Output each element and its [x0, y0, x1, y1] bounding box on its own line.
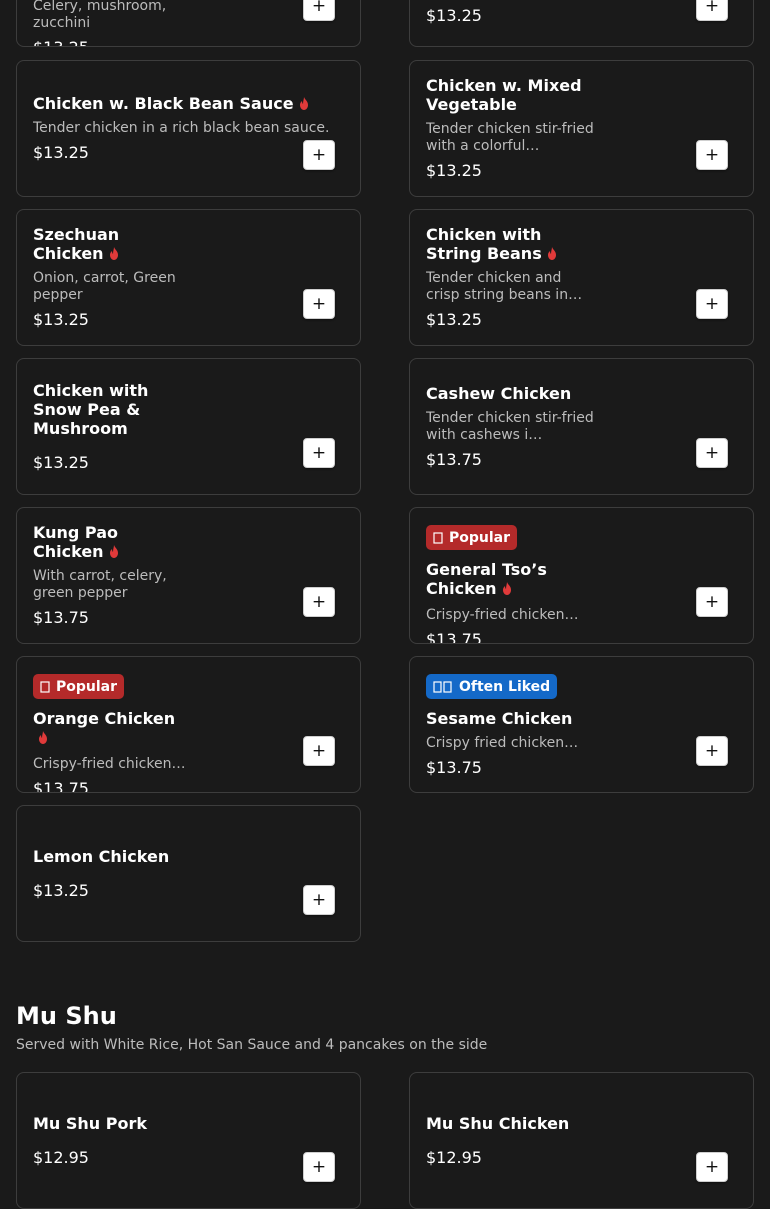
- item-price: $13.25: [33, 880, 89, 900]
- item-name: Chicken w. Black Bean Sauce: [33, 94, 343, 113]
- item-price: $13.75: [33, 608, 89, 627]
- popular-badge: Popular: [426, 525, 518, 550]
- often-liked-badge: Often Liked: [426, 674, 558, 699]
- add-to-cart-button[interactable]: +: [303, 289, 335, 319]
- add-to-cart-button[interactable]: +: [696, 438, 728, 468]
- menu-item-card[interactable]: Szechuan Chicken Onion, carrot, Green pe…: [16, 209, 361, 346]
- trophy-icon: [433, 531, 443, 544]
- thumbs-up-icon: [433, 680, 452, 693]
- menu-item-card[interactable]: Celery, mushroom, zucchini $13.25 +: [16, 0, 361, 47]
- add-to-cart-button[interactable]: +: [303, 736, 335, 766]
- menu-item-card[interactable]: Chicken w. Mixed Vegetable Tender chicke…: [409, 60, 754, 197]
- flame-icon: [299, 97, 308, 110]
- item-price: $13.25: [33, 38, 203, 46]
- flame-icon: [109, 545, 118, 558]
- add-to-cart-button[interactable]: +: [303, 0, 335, 21]
- add-to-cart-button[interactable]: +: [696, 736, 728, 766]
- item-name: Lemon Chicken: [33, 846, 170, 866]
- section-subtitle: Served with White Rice, Hot San Sauce an…: [16, 1037, 488, 1053]
- section-title: Mu Shu: [16, 1002, 117, 1030]
- item-name: Mu Shu Chicken: [426, 1113, 570, 1133]
- menu-item-card[interactable]: $13.25 +: [409, 0, 754, 47]
- item-price: $13.75: [426, 630, 482, 644]
- item-price: $13.75: [426, 758, 482, 777]
- item-description: Onion, carrot, Green pepper: [33, 270, 176, 303]
- item-description: Celery, mushroom, zucchini: [33, 0, 167, 31]
- item-description: Tender chicken stir-fried with a colorfu…: [426, 121, 594, 154]
- flame-icon: [39, 731, 47, 744]
- flame-icon: [109, 247, 118, 260]
- add-to-cart-button[interactable]: +: [696, 140, 728, 170]
- item-price: $13.75: [426, 449, 482, 469]
- add-to-cart-button[interactable]: +: [303, 438, 335, 468]
- item-description: Tender chicken in a rich black bean sauc…: [33, 120, 330, 136]
- item-price: $13.25: [426, 310, 482, 329]
- add-to-cart-button[interactable]: +: [696, 587, 728, 617]
- menu-item-card[interactable]: Cashew Chicken Tender chicken stir-fried…: [409, 358, 754, 495]
- item-price: $13.25: [426, 6, 482, 25]
- add-to-cart-button[interactable]: +: [696, 0, 728, 21]
- add-to-cart-button[interactable]: +: [303, 1152, 335, 1182]
- item-description: Crispy-fried chicken…: [426, 607, 579, 623]
- menu-item-card[interactable]: Popular General Tso’s Chicken Crispy-fri…: [409, 507, 754, 644]
- item-name: Szechuan Chicken: [33, 225, 120, 263]
- item-description: With carrot, celery, green pepper: [33, 568, 167, 601]
- item-name: Sesame Chicken: [426, 709, 573, 728]
- menu-item-card[interactable]: Lemon Chicken $13.25 +: [16, 805, 361, 942]
- menu-item-card[interactable]: Chicken w. Black Bean Sauce Tender chick…: [16, 60, 361, 197]
- menu-item-card[interactable]: Mu Shu Pork $12.95 +: [16, 1072, 361, 1209]
- popular-badge: Popular: [33, 674, 125, 699]
- item-name: Chicken with String Beans: [426, 225, 576, 263]
- item-description: Crispy-fried chicken…: [33, 756, 186, 772]
- menu-item-card[interactable]: Mu Shu Chicken $12.95 +: [409, 1072, 754, 1209]
- add-to-cart-button[interactable]: +: [696, 289, 728, 319]
- item-name: Mu Shu Pork: [33, 1113, 148, 1133]
- flame-icon: [502, 582, 511, 595]
- item-name: General Tso’s Chicken: [426, 560, 547, 598]
- item-description: Crispy fried chicken…: [426, 735, 579, 751]
- add-to-cart-button[interactable]: +: [303, 885, 335, 915]
- item-price: $13.25: [33, 452, 89, 472]
- item-name: Kung Pao Chicken: [33, 523, 119, 561]
- item-description: Tender chicken stir-fried with cashews i…: [426, 409, 594, 443]
- flame-icon: [547, 247, 556, 260]
- item-price: $12.95: [33, 1147, 89, 1167]
- item-price: $13.25: [33, 310, 89, 329]
- menu-item-card[interactable]: Chicken with Snow Pea & Mushroom $13.25 …: [16, 358, 361, 495]
- add-to-cart-button[interactable]: +: [303, 140, 335, 170]
- menu-item-card[interactable]: Popular Orange Chicken Crispy-fried chic…: [16, 656, 361, 793]
- item-name: Orange Chicken: [33, 709, 183, 747]
- item-price: $13.75: [33, 779, 89, 793]
- item-price: $13.25: [426, 161, 482, 180]
- add-to-cart-button[interactable]: +: [696, 1152, 728, 1182]
- item-name: Cashew Chicken: [426, 383, 572, 403]
- add-to-cart-button[interactable]: +: [303, 587, 335, 617]
- item-price: $12.95: [426, 1147, 482, 1167]
- menu-item-card[interactable]: Chicken with String Beans Tender chicken…: [409, 209, 754, 346]
- item-price: $13.25: [33, 143, 89, 162]
- item-name: Chicken w. Mixed Vegetable: [426, 76, 582, 114]
- trophy-icon: [40, 680, 50, 693]
- menu-item-card[interactable]: Kung Pao Chicken With carrot, celery, gr…: [16, 507, 361, 644]
- item-name: Chicken with Snow Pea & Mushroom: [33, 380, 149, 438]
- menu-item-card[interactable]: Often Liked Sesame Chicken Crispy fried …: [409, 656, 754, 793]
- item-description: Tender chicken and crisp string beans in…: [426, 270, 583, 303]
